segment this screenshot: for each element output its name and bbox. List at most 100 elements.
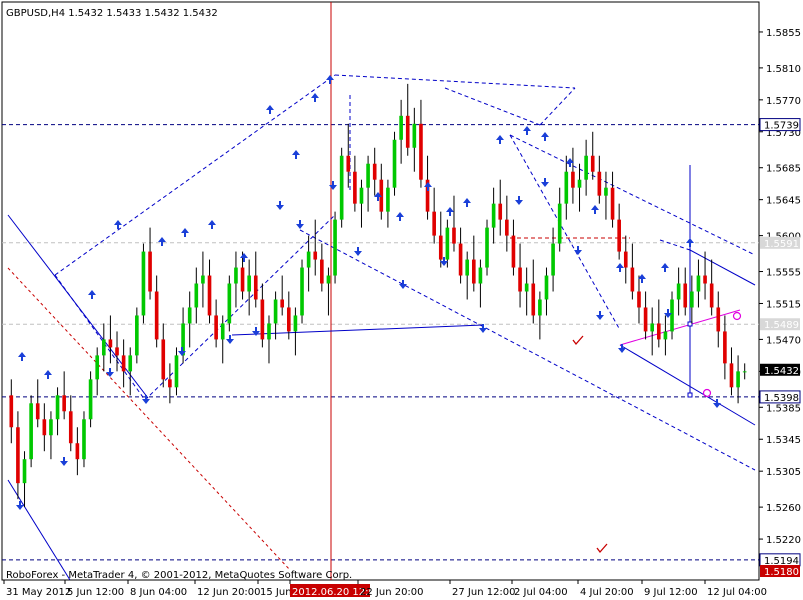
bear-candle — [597, 171, 602, 196]
bear-candle — [161, 339, 166, 380]
x-tick-label: 4 Jul 20:00 — [580, 587, 634, 598]
bear-candle — [432, 211, 436, 236]
bear-candle — [571, 171, 575, 188]
bull-candle — [333, 219, 337, 276]
bull-candle — [88, 379, 93, 420]
bear-candle — [643, 307, 648, 332]
bear-candle — [703, 275, 707, 284]
bear-candle — [716, 307, 721, 332]
bull-candle — [234, 267, 238, 284]
bull-candle — [445, 227, 450, 260]
price-label: 1.5591 — [764, 239, 799, 250]
bull-candle — [399, 115, 403, 140]
bear-candle — [320, 259, 324, 284]
bull-candle — [676, 283, 681, 300]
bear-candle — [518, 267, 522, 292]
bull-candle — [557, 203, 562, 244]
bear-candle — [458, 243, 463, 276]
bear-candle — [498, 203, 503, 220]
bear-candle — [623, 251, 628, 268]
x-tick-label: 5 Jun 12:00 — [67, 587, 124, 598]
x-tick-label: 9 Jul 12:00 — [644, 587, 698, 598]
bear-candle — [207, 275, 212, 316]
bear-candle — [656, 323, 661, 340]
x-tick-label: 12 Jul 04:00 — [707, 587, 767, 598]
bull-candle — [135, 315, 139, 356]
bear-candle — [531, 283, 536, 316]
bull-candle — [577, 179, 582, 188]
bear-candle — [505, 219, 509, 236]
bear-candle — [709, 283, 714, 308]
bull-candle — [386, 187, 390, 212]
measure-handle — [687, 392, 693, 398]
bull-candle — [29, 403, 33, 460]
bear-candle — [452, 227, 456, 244]
bear-candle — [511, 235, 516, 268]
bull-candle — [187, 307, 192, 324]
bull-candle — [366, 163, 370, 188]
bear-candle — [590, 155, 595, 172]
bull-candle — [101, 339, 106, 356]
symbol-title: GBPUSD,H4 1.5432 1.5433 1.5432 1.5432 — [6, 8, 218, 19]
bull-candle — [194, 283, 199, 308]
y-tick-label: 1.5770 — [766, 96, 801, 107]
y-tick-label: 1.5685 — [766, 164, 801, 175]
bear-candle — [610, 187, 615, 220]
watermark: RoboForex - MetaTrader 4, © 2001-2012, M… — [6, 570, 352, 581]
bull-candle — [491, 203, 496, 228]
bull-candle — [538, 299, 542, 316]
bull-candle — [465, 259, 470, 276]
bull-candle — [267, 323, 271, 340]
bear-candle — [471, 259, 476, 284]
bull-candle — [220, 323, 225, 340]
x-tick-label: 2 Jul 04:00 — [514, 587, 568, 598]
bull-candle — [141, 251, 146, 316]
y-tick-label: 1.5515 — [766, 299, 801, 310]
bear-candle — [121, 355, 126, 372]
bull-candle — [82, 419, 86, 460]
bear-candle — [438, 235, 443, 260]
bull-candle — [551, 243, 555, 276]
bull-candle — [247, 275, 251, 292]
bear-candle — [35, 403, 40, 420]
x-tick-label: 12 Jun 20:00 — [197, 587, 261, 598]
y-tick-label: 1.5220 — [766, 535, 801, 546]
bull-candle — [49, 419, 53, 436]
bear-candle — [353, 171, 357, 204]
bear-candle — [240, 267, 245, 292]
bull-candle — [201, 275, 205, 284]
bear-candle — [75, 443, 80, 460]
bear-candle — [115, 347, 119, 356]
y-tick-label: 1.5810 — [766, 64, 801, 75]
bear-candle — [280, 299, 285, 308]
bear-candle — [68, 411, 73, 444]
y-tick-label: 1.5855 — [766, 28, 801, 39]
bear-candle — [683, 283, 688, 308]
bull-candle — [55, 395, 60, 420]
bull-candle — [300, 267, 304, 316]
bear-candle — [346, 155, 351, 172]
bull-candle — [273, 299, 278, 324]
price-chart[interactable]: 1.58551.58101.57701.57301.56851.56451.56… — [0, 0, 803, 600]
bull-candle — [128, 355, 133, 372]
bull-candle — [174, 355, 179, 388]
y-tick-label: 1.5345 — [766, 435, 801, 446]
bull-candle — [326, 275, 331, 284]
y-tick-label: 1.5555 — [766, 268, 801, 279]
bear-candle — [42, 419, 47, 436]
bull-candle — [690, 291, 694, 308]
bear-candle — [253, 275, 258, 300]
price-label: 1.5180 — [764, 567, 799, 578]
bull-candle — [663, 331, 668, 340]
y-tick-label: 1.5260 — [766, 503, 801, 514]
bull-candle — [359, 187, 364, 204]
bull-candle — [696, 275, 701, 292]
bull-candle — [306, 251, 311, 268]
bear-candle — [617, 219, 621, 252]
y-tick-label: 1.5385 — [766, 403, 801, 414]
price-label: 1.5489 — [764, 320, 799, 331]
bear-candle — [108, 339, 113, 348]
bull-candle — [742, 371, 747, 373]
y-tick-label: 1.5470 — [766, 335, 801, 346]
bull-candle — [524, 283, 529, 292]
